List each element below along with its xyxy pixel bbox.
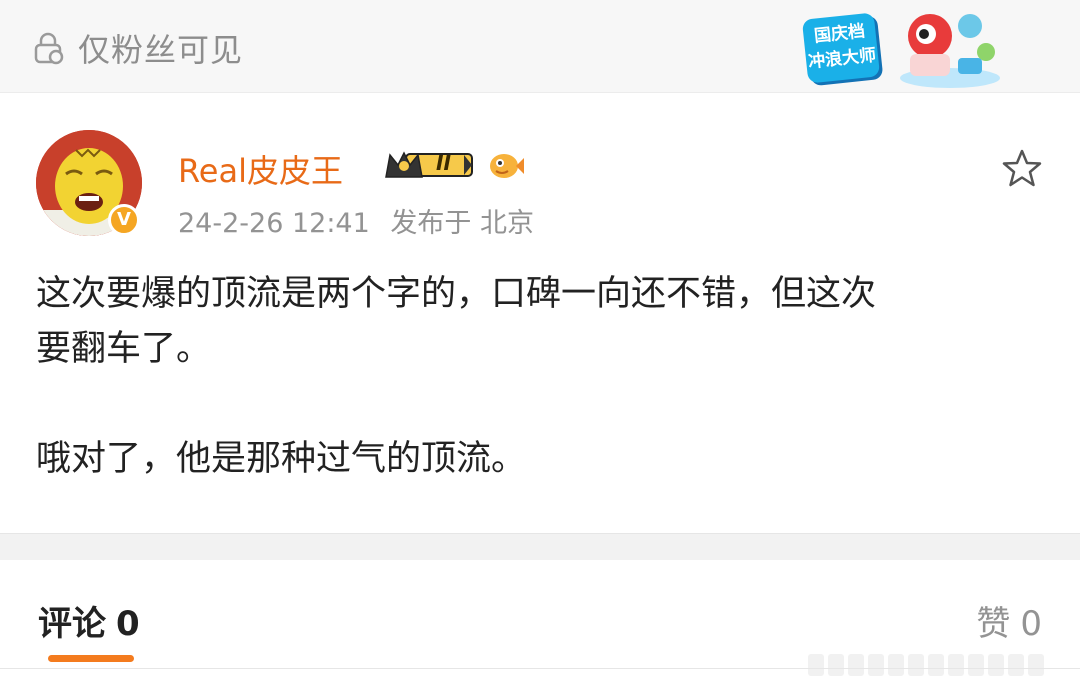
- promo-label: 国庆档 冲浪大师: [801, 12, 881, 84]
- tab-comments[interactable]: 评论 0: [38, 596, 140, 645]
- active-tab-indicator: [48, 655, 134, 662]
- membership-badge[interactable]: II: [384, 149, 476, 181]
- visibility-text: 仅粉丝可见: [78, 31, 244, 69]
- interaction-tabs: 评论 0 赞0: [0, 560, 1080, 691]
- post-meta: 24-2-26 12:41 发布于 北京: [178, 201, 534, 240]
- content-line: 要翻车了。: [36, 329, 212, 369]
- mascot-icon: [900, 14, 1000, 88]
- post-timestamp: 24-2-26 12:41: [178, 208, 370, 239]
- post-card: V Real皮皮王 II 24-2-26 12:41 发布于 北京 这次要爆的顶…: [0, 93, 1080, 533]
- tab-comments-count: 0: [116, 604, 140, 644]
- fish-icon: [490, 154, 524, 178]
- crown-icon: [385, 151, 473, 178]
- tab-likes-count: 0: [1020, 604, 1042, 644]
- membership-level: II: [436, 151, 451, 175]
- tab-likes[interactable]: 赞0: [976, 596, 1042, 645]
- verified-badge: V: [108, 204, 140, 236]
- author-badges: II: [384, 149, 524, 181]
- top-bar: 仅粉丝可见 国庆档 冲浪大师: [0, 0, 1080, 93]
- section-divider: [0, 533, 1080, 561]
- tab-likes-label: 赞: [976, 604, 1011, 644]
- scroll-indicator: [808, 654, 1048, 676]
- lock-icon: [34, 32, 64, 65]
- visibility-indicator: 仅粉丝可见: [30, 28, 244, 69]
- tab-comments-label: 评论: [38, 604, 106, 644]
- author-name[interactable]: Real皮皮王: [178, 146, 343, 192]
- content-line: 哦对了，他是那种过气的顶流。: [36, 439, 527, 479]
- tabs-bottom-border: [0, 668, 1080, 669]
- promo-banner[interactable]: 国庆档 冲浪大师: [795, 6, 1010, 92]
- post-content: 这次要爆的顶流是两个字的，口碑一向还不错，但这次 要翻车了。 哦对了，他是那种过…: [36, 267, 1046, 487]
- avatar-container[interactable]: V: [36, 130, 142, 236]
- star-icon[interactable]: [1002, 148, 1042, 188]
- post-location: 发布于 北京: [390, 208, 534, 239]
- content-line: 这次要爆的顶流是两个字的，口碑一向还不错，但这次: [36, 274, 877, 314]
